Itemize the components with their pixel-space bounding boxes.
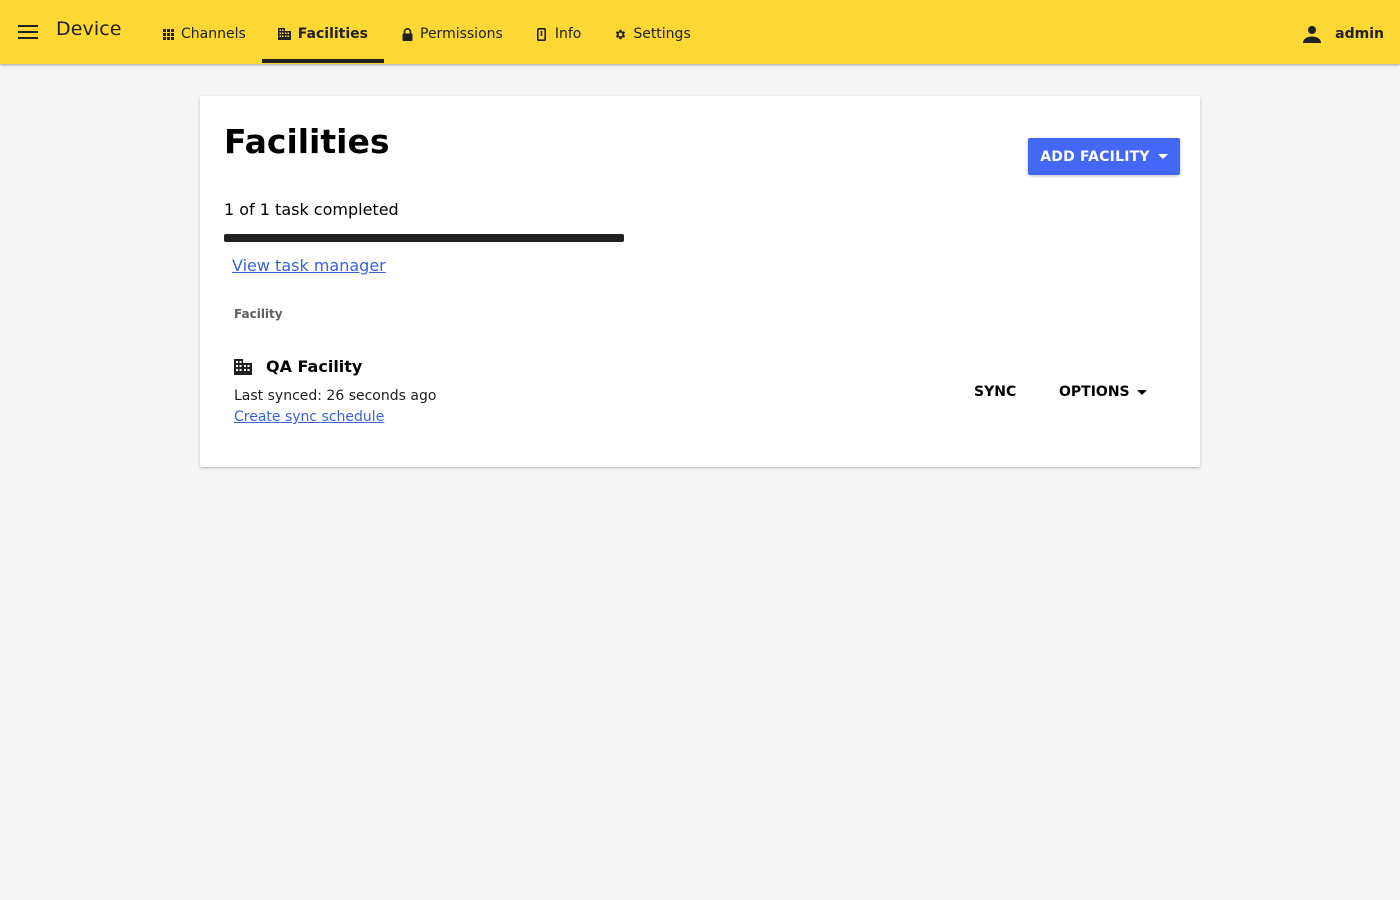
- options-label: OPTIONS: [1059, 384, 1130, 400]
- view-task-manager-link[interactable]: View task manager: [232, 256, 386, 275]
- tab-facilities-label: Facilities: [297, 26, 368, 42]
- person-icon: [1303, 25, 1322, 43]
- menu-icon: [18, 25, 38, 39]
- tab-channels[interactable]: Channels: [145, 0, 262, 64]
- page-title: Facilities: [224, 122, 390, 161]
- add-facility-label: ADD FACILITY: [1040, 148, 1150, 165]
- create-sync-schedule-link[interactable]: Create sync schedule: [234, 409, 384, 425]
- top-nav: Channels Facilities Permissions Info Set…: [145, 0, 707, 64]
- gear-icon: [613, 27, 627, 41]
- app-bar: Device Channels Facilities Permissions I…: [0, 0, 1400, 64]
- task-status: 1 of 1 task completed: [224, 200, 399, 219]
- facility-column-header: Facility: [234, 307, 283, 321]
- facility-name: QA Facility: [266, 357, 363, 376]
- tab-facilities[interactable]: Facilities: [261, 0, 385, 64]
- add-facility-button[interactable]: ADD FACILITY: [1028, 138, 1180, 175]
- device-info-icon: [535, 27, 549, 41]
- last-synced-text: Last synced: 26 seconds ago: [234, 388, 437, 404]
- lock-icon: [400, 27, 414, 41]
- apps-grid-icon: [161, 27, 175, 41]
- app-title: Device: [56, 18, 122, 40]
- caret-down-icon: [1157, 154, 1168, 159]
- facility-icon: [278, 27, 292, 41]
- menu-button[interactable]: [10, 14, 46, 50]
- tab-channels-label: Channels: [181, 26, 246, 42]
- facility-icon: [234, 359, 252, 377]
- table-row: QA Facility Last synced: 26 seconds ago …: [234, 354, 1170, 434]
- sync-button[interactable]: SYNC: [958, 377, 1032, 407]
- tab-permissions-label: Permissions: [420, 26, 503, 42]
- task-progress-bar: [224, 234, 624, 242]
- tab-permissions[interactable]: Permissions: [384, 0, 519, 64]
- tab-settings[interactable]: Settings: [597, 0, 706, 64]
- options-button[interactable]: OPTIONS: [1047, 377, 1159, 407]
- tab-info-label: Info: [554, 26, 582, 42]
- task-progress-fill: [224, 234, 624, 242]
- facilities-card: Facilities ADD FACILITY 1 of 1 task comp…: [200, 96, 1200, 467]
- caret-down-icon: [1136, 389, 1147, 395]
- tab-settings-label: Settings: [633, 26, 691, 42]
- tab-info[interactable]: Info: [519, 0, 598, 64]
- user-menu[interactable]: admin: [1303, 20, 1384, 48]
- user-name: admin: [1335, 26, 1384, 42]
